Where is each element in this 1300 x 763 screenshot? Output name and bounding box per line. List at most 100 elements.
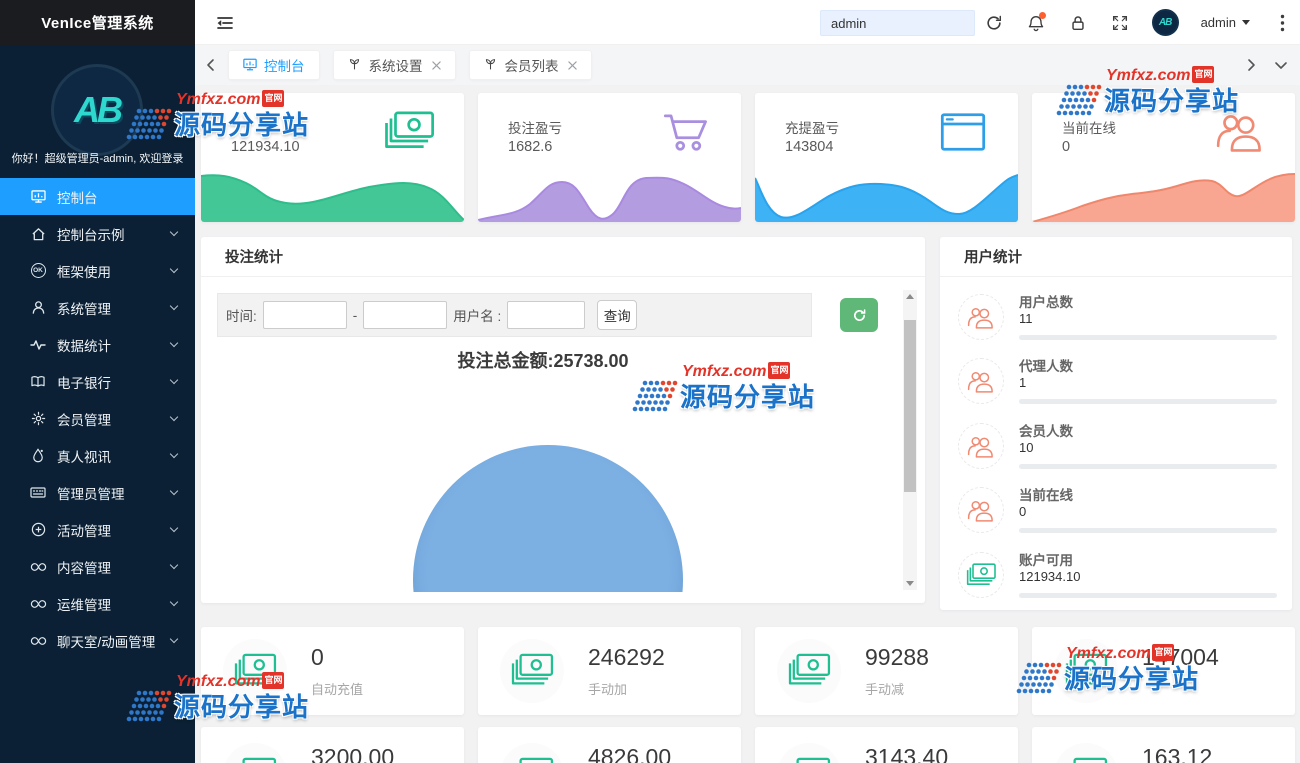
scrollbar[interactable] bbox=[903, 290, 917, 590]
money-icon bbox=[382, 109, 436, 155]
sidebar-item-framework[interactable]: OK 框架使用 bbox=[0, 252, 195, 289]
sidebar-item-admins[interactable]: 管理员管理 bbox=[0, 474, 195, 511]
money-icon bbox=[1054, 639, 1118, 703]
stat-card-label: 投注盈亏 bbox=[508, 117, 562, 137]
summary-card-manual-add: 246292 手动加 bbox=[478, 627, 741, 715]
close-icon[interactable] bbox=[432, 61, 441, 70]
user-stat-label: 当前在线 bbox=[1019, 484, 1073, 504]
summary-card-row2-1: 3200.00 bbox=[201, 727, 464, 763]
notification-badge bbox=[1039, 12, 1046, 19]
sidebar-item-stats[interactable]: 数据统计 bbox=[0, 326, 195, 363]
sidebar-item-live-video[interactable]: 真人视讯 bbox=[0, 437, 195, 474]
money-icon bbox=[223, 743, 287, 763]
link-icon bbox=[29, 632, 47, 650]
collapse-menu-icon[interactable] bbox=[215, 13, 235, 33]
user-stat-label: 代理人数 bbox=[1019, 355, 1073, 375]
app-logo-text: AB bbox=[74, 89, 120, 131]
people-icon bbox=[958, 358, 1004, 404]
lock-icon[interactable] bbox=[1068, 13, 1088, 33]
sidebar-item-chatroom[interactable]: 聊天室/动画管理 bbox=[0, 622, 195, 659]
sidebar-item-members[interactable]: 会员管理 bbox=[0, 400, 195, 437]
pie-chart bbox=[413, 445, 683, 592]
sidebar-item-ebank[interactable]: 电子银行 bbox=[0, 363, 195, 400]
panel-title: 用户统计 bbox=[940, 237, 1292, 277]
chevron-down-icon bbox=[170, 376, 178, 384]
panel-title: 投注统计 bbox=[201, 237, 925, 277]
user-stat-value: 0 bbox=[1019, 504, 1026, 519]
user-stat-label: 用户总数 bbox=[1019, 291, 1073, 311]
notifications-bell-icon[interactable] bbox=[1026, 13, 1046, 33]
topbar-actions: AB admin bbox=[984, 0, 1292, 45]
sidebar-item-label: 数据统计 bbox=[57, 335, 111, 355]
summary-card-manual-subtract: 99288 手动减 bbox=[755, 627, 1018, 715]
chevron-down-icon bbox=[170, 450, 178, 458]
chevron-down-icon bbox=[170, 302, 178, 310]
chevron-down-icon bbox=[170, 228, 178, 236]
tab-member-list[interactable]: 会员列表 bbox=[469, 50, 592, 80]
user-stat-row: 账户可用 121934.10 bbox=[940, 547, 1292, 610]
range-dash: - bbox=[353, 308, 358, 323]
panel-refresh-button[interactable] bbox=[840, 298, 878, 332]
fullscreen-icon[interactable] bbox=[1110, 13, 1130, 33]
link-icon bbox=[29, 558, 47, 576]
tabs-scroll-right-icon[interactable] bbox=[1244, 58, 1258, 72]
topbar: AB admin bbox=[195, 0, 1300, 45]
scrollbar-thumb[interactable] bbox=[904, 320, 916, 492]
user-stat-row: 用户总数 11 bbox=[940, 289, 1292, 352]
user-stat-row: 会员人数 10 bbox=[940, 418, 1292, 481]
sidebar-item-system[interactable]: 系统管理 bbox=[0, 289, 195, 326]
summary-card-value: 3143.40 bbox=[865, 744, 948, 763]
sidebar-menu: 控制台 控制台示例 OK 框架使用 系统管理 bbox=[0, 178, 195, 659]
people-icon bbox=[958, 423, 1004, 469]
people-icon bbox=[1213, 109, 1267, 155]
cart-icon bbox=[659, 109, 713, 155]
app-title: VenIce管理系统 bbox=[41, 12, 154, 33]
refresh-icon[interactable] bbox=[984, 13, 1004, 33]
app-title-bar: VenIce管理系统 bbox=[0, 0, 195, 45]
sidebar-item-label: 控制台示例 bbox=[57, 224, 125, 244]
user-avatar[interactable]: AB bbox=[1152, 9, 1179, 36]
progress-bar bbox=[1019, 593, 1277, 598]
keyboard-icon bbox=[29, 484, 47, 502]
stat-card-value: 143804 bbox=[785, 139, 833, 155]
money-icon bbox=[500, 743, 564, 763]
time-from-input[interactable] bbox=[263, 301, 347, 329]
sidebar-item-content[interactable]: 内容管理 bbox=[0, 548, 195, 585]
stat-card-deposit-profit: 充提盈亏 143804 bbox=[755, 93, 1018, 222]
stat-card-value: 1682.6 bbox=[508, 139, 552, 155]
people-icon bbox=[958, 487, 1004, 533]
sidebar-item-console[interactable]: 控制台 bbox=[0, 178, 195, 215]
query-button[interactable]: 查询 bbox=[597, 300, 637, 330]
tabs-menu-icon[interactable] bbox=[1274, 58, 1288, 72]
scroll-down-icon[interactable] bbox=[906, 581, 914, 586]
money-icon bbox=[500, 639, 564, 703]
summary-card-row2-4: 163.12 bbox=[1032, 727, 1295, 763]
user-menu[interactable]: admin bbox=[1201, 15, 1250, 30]
scroll-up-icon[interactable] bbox=[906, 294, 914, 299]
sidebar-item-activity[interactable]: 活动管理 bbox=[0, 511, 195, 548]
main-content: 121934.10 投注盈亏 1682.6 充提盈亏 143804 bbox=[195, 85, 1300, 763]
stat-card-label: 充提盈亏 bbox=[785, 117, 839, 137]
more-options-icon[interactable] bbox=[1272, 13, 1292, 33]
username-label: 用户名 : bbox=[453, 305, 501, 325]
progress-bar bbox=[1019, 399, 1277, 404]
close-icon[interactable] bbox=[568, 61, 577, 70]
tab-label: 会员列表 bbox=[505, 55, 559, 75]
sidebar-item-label: 真人视讯 bbox=[57, 446, 111, 466]
money-icon bbox=[777, 639, 841, 703]
time-to-input[interactable] bbox=[363, 301, 447, 329]
tabs-scroll-left-icon[interactable] bbox=[204, 58, 218, 72]
sidebar-item-label: 活动管理 bbox=[57, 520, 111, 540]
sidebar-item-ops[interactable]: 运维管理 bbox=[0, 585, 195, 622]
tab-system-settings[interactable]: 系统设置 bbox=[333, 50, 456, 80]
username-input[interactable] bbox=[507, 301, 585, 329]
progress-bar bbox=[1019, 335, 1277, 340]
username-label: admin bbox=[1201, 15, 1236, 30]
user-icon bbox=[29, 299, 47, 317]
bet-total-title: 投注总金额:25738.00 bbox=[201, 347, 885, 373]
sparkline-chart bbox=[755, 170, 1018, 222]
summary-card-row2-2: 4826.00 bbox=[478, 727, 741, 763]
sidebar-item-console-demo[interactable]: 控制台示例 bbox=[0, 215, 195, 252]
tab-console[interactable]: 控制台 bbox=[228, 50, 320, 80]
search-input[interactable] bbox=[820, 10, 975, 36]
